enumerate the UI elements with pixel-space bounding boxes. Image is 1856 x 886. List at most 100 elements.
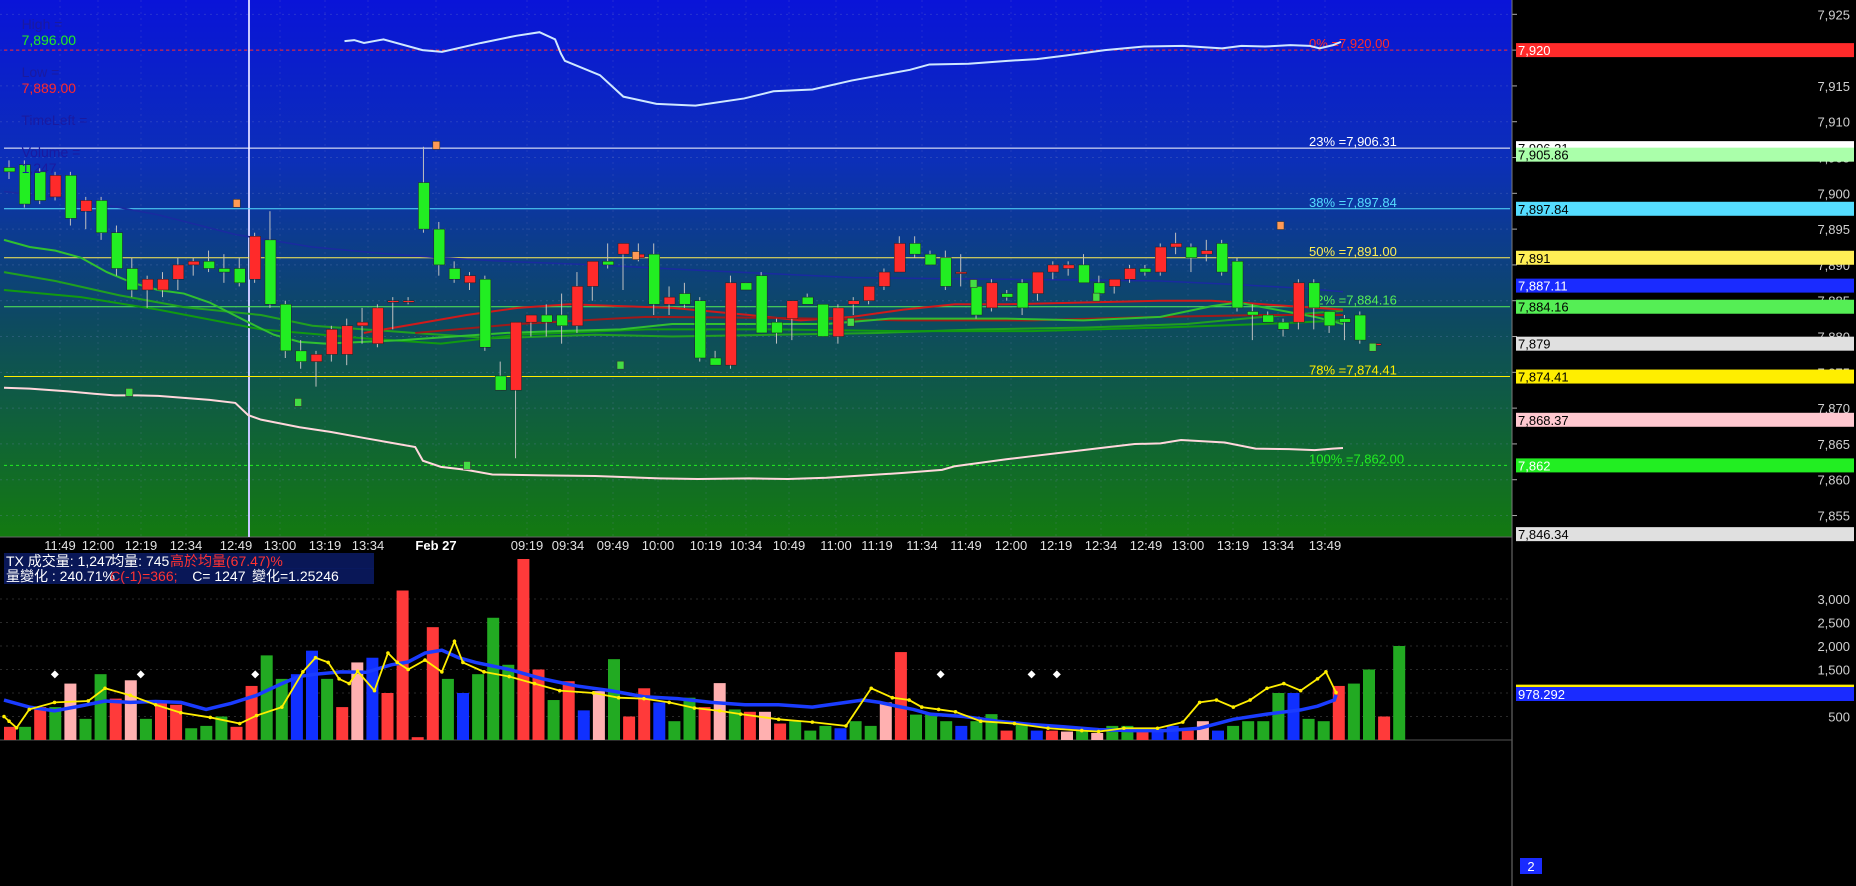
time-axis-label: 13:49: [1309, 538, 1342, 553]
volume-bar: [879, 702, 892, 740]
fib-level-badge-text: 7,884.16: [1518, 300, 1569, 315]
volume-average-point: [738, 712, 743, 716]
volume-badge: [1516, 687, 1854, 702]
volume-average-point: [844, 724, 848, 728]
low-label: Low =: [21, 64, 60, 80]
volume-average-point: [128, 693, 133, 698]
volume-bar: [653, 702, 666, 740]
volume-bar: [547, 700, 560, 740]
volume-average-point: [395, 660, 400, 665]
volume-average-point: [355, 669, 360, 674]
time-axis-label: 13:19: [309, 538, 342, 553]
candle-body: [1155, 246, 1167, 273]
candle-body: [1339, 318, 1351, 323]
time-axis-label: 11:34: [906, 538, 938, 553]
volume-bar: [1061, 731, 1073, 740]
candle-body: [771, 321, 783, 334]
price-and-volume-chart[interactable]: 7,8557,8607,8657,8707,8757,8807,8857,890…: [0, 0, 1856, 886]
candle: [1155, 243, 1167, 276]
fib-level-badge-text: 7,862: [1518, 458, 1551, 473]
candle-body: [326, 329, 338, 355]
volume-bar: [290, 674, 303, 740]
volume-info-line-2-segment: C= 1247: [192, 568, 246, 584]
volume-bar: [1091, 732, 1104, 740]
volume-average-point: [406, 667, 410, 672]
time-axis-label: 09:19: [511, 538, 544, 553]
volume-bar: [487, 617, 500, 740]
candle-body: [709, 357, 722, 366]
volume-average-point: [1012, 721, 1017, 726]
sell-signal-marker: [232, 199, 241, 208]
volume-bar: [894, 652, 907, 740]
candle-body: [801, 296, 814, 305]
volume-bar: [517, 559, 530, 740]
volume-average-point: [1324, 670, 1328, 674]
candle: [1231, 257, 1244, 312]
volume-average-point: [1046, 726, 1050, 731]
candle-body: [863, 286, 875, 301]
volume-average-point: [869, 686, 874, 691]
candle-body: [1062, 264, 1075, 269]
fib-level-badge-text: 7,891: [1518, 251, 1551, 266]
volume-bar: [608, 659, 620, 740]
volume-label: Volume =: [21, 144, 81, 160]
candle-body: [986, 282, 998, 309]
candle-body: [111, 232, 123, 269]
volume-bar: [472, 674, 485, 740]
candle: [372, 304, 384, 348]
volume-average-point: [27, 707, 32, 712]
price-axis-label: 7,900: [1817, 186, 1850, 201]
price-axis-label: 7,925: [1817, 7, 1850, 22]
volume-bar: [124, 680, 137, 740]
candle: [725, 275, 737, 369]
candle-body: [479, 278, 492, 348]
volume-value: 1,247: [21, 160, 57, 176]
candle-body: [1093, 282, 1106, 294]
fib-level-label: 38% =7,897.84: [1309, 195, 1397, 210]
candle-body: [402, 300, 415, 303]
time-axis-label: 12:49: [1130, 538, 1163, 553]
candle-body: [725, 282, 737, 366]
volume-bar: [79, 718, 92, 740]
volume-bar: [34, 707, 47, 740]
candle-body: [556, 314, 568, 327]
candle-body: [1231, 261, 1244, 309]
buy-signal-marker: [846, 317, 855, 327]
candle: [111, 225, 123, 276]
volume-bar: [623, 716, 636, 740]
volume-bar: [1287, 692, 1300, 740]
volume-bar: [970, 721, 983, 740]
candle: [479, 275, 492, 351]
volume-bar: [306, 650, 318, 740]
time-axis-label: 10:19: [690, 538, 723, 553]
volume-bar: [577, 710, 590, 740]
volume-axis-label: 500: [1828, 709, 1850, 724]
volume-average-point: [301, 670, 305, 674]
volume-bar: [1363, 669, 1375, 740]
volume-bar: [1242, 721, 1255, 740]
volume-average-point: [1298, 688, 1303, 693]
volume-bar: [1181, 730, 1194, 740]
volume-average-point: [810, 720, 815, 724]
volume-average-point: [452, 639, 457, 644]
volume-average-point: [507, 674, 512, 679]
price-badge-text: 7,887.11: [1518, 279, 1568, 294]
volume-average-point: [254, 713, 259, 718]
candle-body: [755, 275, 768, 334]
volume-average-point: [347, 681, 352, 686]
volume-average-point: [1079, 728, 1084, 733]
candle: [970, 282, 983, 319]
time-axis-label: 11:49: [44, 538, 76, 553]
volume-average-point: [890, 695, 895, 700]
volume-average-point: [978, 719, 983, 723]
volume-bar: [1332, 685, 1345, 740]
price-header: High = 7,896.00 Low = 7,889.00 TimeLeft …: [6, 0, 87, 192]
volume-average-point: [52, 700, 57, 705]
candle-body: [1216, 243, 1228, 273]
candle-body: [295, 350, 307, 362]
volume-axis-label: 2,000: [1817, 639, 1850, 654]
volume-info-line-1-segment: 均量: 745: [110, 553, 169, 569]
candle-body: [970, 286, 983, 316]
volume-info-line-1-segment: 高於均量(67.47)%: [170, 553, 283, 569]
volume-bar: [381, 692, 394, 740]
